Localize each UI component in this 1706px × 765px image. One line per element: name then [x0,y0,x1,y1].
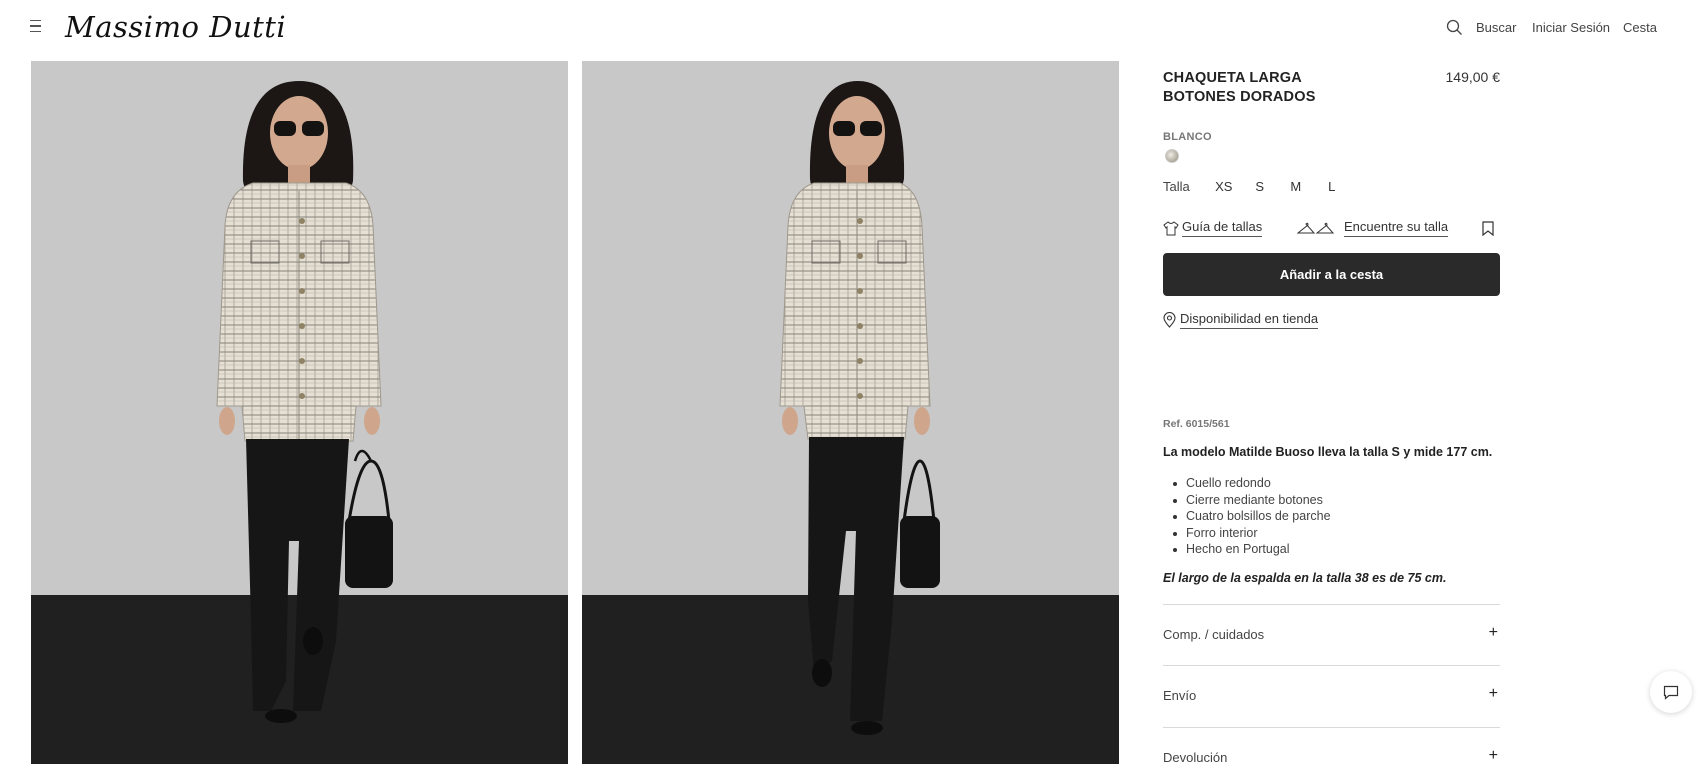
product-photo-side[interactable] [582,61,1119,764]
menu-icon[interactable] [30,20,46,34]
plus-icon: + [1488,747,1498,764]
model-info: La modelo Matilde Buoso lleva la talla S… [1163,445,1493,459]
size-tools: Guía de tallas Encuentre su talla [1163,219,1500,241]
size-option-l[interactable]: L [1314,179,1350,194]
plus-icon: + [1488,624,1498,641]
color-name: BLANCO [1163,131,1212,143]
list-item: Hecho en Portugal [1171,541,1331,558]
size-option-m[interactable]: M [1278,179,1314,194]
brand-logo[interactable]: Massimo Dutti [65,10,286,44]
tshirt-icon [1163,220,1179,235]
color-swatch[interactable] [1165,149,1179,163]
list-item: Cuatro bolsillos de parche [1171,508,1331,525]
length-note: El largo de la espalda en la talla 38 es… [1163,571,1447,585]
list-item: Cierre mediante botones [1171,492,1331,509]
product-reference: Ref. 6015/561 [1163,418,1230,430]
feature-list: Cuello redondo Cierre mediante botones C… [1171,475,1331,558]
accordion-returns[interactable]: Devolución + [1163,727,1500,765]
size-selector: Talla XS S M L [1163,179,1350,194]
size-guide-label: Guía de tallas [1182,219,1263,237]
accordion-label: Devolución [1163,750,1228,765]
search-link[interactable]: Buscar [1476,20,1516,35]
accordion-composition-care[interactable]: Comp. / cuidados + [1163,604,1500,644]
bookmark-icon[interactable] [1482,221,1494,236]
accordion-label: Envío [1163,688,1197,703]
search-icon[interactable] [1446,19,1463,36]
hanger-icon [1297,222,1335,233]
login-link[interactable]: Iniciar Sesión [1532,20,1610,35]
product-photo-front[interactable] [31,61,568,764]
size-guide-link[interactable]: Guía de tallas [1163,219,1263,237]
size-finder-link[interactable]: Encuentre su talla [1297,219,1449,237]
product-title: CHAQUETA LARGA BOTONES DORADOS [1163,69,1383,107]
size-option-s[interactable]: S [1242,179,1278,194]
add-to-cart-button[interactable]: Añadir a la cesta [1163,253,1500,296]
accordion-label: Comp. / cuidados [1163,627,1265,642]
product-price: 149,00 € [1445,69,1501,85]
size-label: Talla [1163,179,1190,194]
chat-button[interactable] [1650,671,1692,713]
store-availability-label: Disponibilidad en tienda [1180,311,1319,329]
size-option-xs[interactable]: XS [1206,179,1242,194]
cart-link[interactable]: Cesta [1623,20,1657,35]
list-item: Forro interior [1171,525,1331,542]
plus-icon: + [1488,685,1498,702]
list-item: Cuello redondo [1171,475,1331,492]
site-header: Massimo Dutti Buscar Iniciar Sesión Cest… [0,0,1706,56]
location-pin-icon [1163,312,1176,328]
store-availability-link[interactable]: Disponibilidad en tienda [1163,311,1319,329]
size-finder-label: Encuentre su talla [1344,219,1449,237]
product-title-line-2: BOTONES DORADOS [1163,89,1316,105]
accordion-shipping[interactable]: Envío + [1163,665,1500,705]
chat-bubble-icon [1663,685,1679,700]
product-title-line-1: CHAQUETA LARGA [1163,70,1302,86]
